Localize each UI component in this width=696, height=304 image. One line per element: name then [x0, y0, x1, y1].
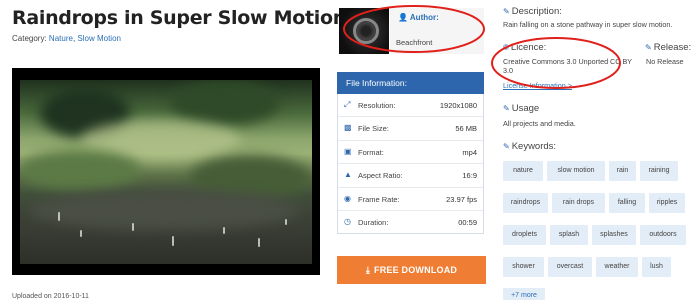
usage-text: All projects and media. [503, 119, 576, 128]
keyword-tag[interactable]: weather [596, 257, 638, 277]
page-title: Raindrops in Super Slow Motion [12, 7, 346, 29]
download-label: FREE DOWNLOAD [374, 265, 458, 275]
edit-icon: ✎ [503, 7, 510, 16]
free-download-button[interactable]: ⤓ FREE DOWNLOAD [337, 256, 486, 284]
keywords-title: ✎ Keywords: [503, 141, 557, 152]
release-text: No Release [646, 57, 684, 66]
user-icon: 👤 [398, 13, 408, 22]
clock-icon: ◷ [344, 216, 351, 226]
file-info-row-frame-rate: ◉ Frame Rate: 23.97 fps [338, 188, 483, 211]
file-info-label: Resolution: [358, 101, 396, 110]
file-info-value: 56 MB [455, 124, 477, 134]
edit-icon: ✎ [503, 142, 510, 151]
keyword-tag[interactable]: shower [503, 257, 544, 277]
video-frame [20, 80, 312, 264]
download-icon: ⤓ [365, 265, 371, 275]
release-title: ✎ Release: [645, 42, 692, 53]
camera-icon: ◉ [344, 193, 351, 203]
file-info-label: Format: [358, 147, 384, 157]
author-box: 👤 Author: Beachfront [390, 8, 484, 54]
file-info-value: 23.97 fps [446, 194, 477, 204]
file-info-value: mp4 [462, 147, 477, 157]
keyword-tag[interactable]: rain drops [552, 193, 605, 213]
author-avatar[interactable] [339, 8, 389, 54]
expand-icon: ⤢ [344, 100, 351, 109]
keyword-tag[interactable]: falling [609, 193, 645, 213]
licence-text: Creative Commons 3.0 Unported CC BY 3.0 [503, 57, 632, 75]
file-info-row-resolution: ⤢ Resolution: 1920x1080 [338, 94, 483, 118]
file-info-row-aspect-ratio: ▲ Aspect Ratio: 16:9 [338, 164, 483, 188]
keyword-tag[interactable]: rain [609, 161, 636, 181]
edit-icon: ✎ [645, 43, 652, 52]
usage-title: ✎ Usage [503, 103, 540, 114]
file-information-header: File Information: [337, 72, 484, 94]
file-info-value: 00:59 [458, 217, 477, 227]
licence-title: © Licence: [503, 42, 547, 53]
category-line: Category: Nature, Slow Motion [12, 34, 121, 43]
file-info-value: 1920x1080 [439, 101, 477, 110]
video-player[interactable] [12, 68, 320, 275]
license-information-link[interactable]: License Information > [503, 81, 572, 90]
aspect-icon: ▲ [344, 170, 352, 180]
file-information-panel: File Information: ⤢ Resolution: 1920x108… [337, 72, 484, 235]
keyword-tag[interactable]: splash [550, 225, 588, 245]
category-link-slow-motion[interactable]: Slow Motion [77, 34, 121, 43]
keyword-tag[interactable]: overcast [548, 257, 592, 277]
more-keywords-link[interactable]: +7 more [503, 288, 545, 300]
category-link-nature[interactable]: Nature [49, 34, 73, 43]
keyword-tag[interactable]: slow motion [547, 161, 605, 181]
keyword-tag[interactable]: ripples [649, 193, 685, 213]
description-text: Rain falling on a stone pathway in super… [503, 20, 673, 29]
keyword-tag[interactable]: lush [642, 257, 671, 277]
category-separator: , [72, 34, 76, 43]
file-info-row-duration: ◷ Duration: 00:59 [338, 211, 483, 233]
description-title: ✎ Description: [503, 6, 562, 17]
file-info-row-format: ▣ Format: mp4 [338, 141, 483, 165]
keyword-tag[interactable]: outdoors [640, 225, 686, 245]
category-label: Category: [12, 34, 47, 43]
file-info-label: File Size: [358, 124, 389, 134]
keyword-tag[interactable]: nature [503, 161, 543, 181]
file-information-list: ⤢ Resolution: 1920x1080 ▩ File Size: 56 … [337, 94, 484, 235]
drive-icon: ▩ [344, 123, 352, 133]
author-label: 👤 Author: [398, 13, 439, 22]
file-info-label: Duration: [358, 217, 389, 227]
copyright-icon: © [503, 43, 509, 52]
file-info-value: 16:9 [462, 171, 477, 181]
upload-date: Uploaded on 2016-10-11 [12, 293, 89, 300]
keyword-tag[interactable]: splashes [592, 225, 636, 245]
edit-icon: ✎ [503, 104, 510, 113]
file-info-label: Aspect Ratio: [358, 171, 403, 181]
file-info-row-file-size: ▩ File Size: 56 MB [338, 117, 483, 141]
keyword-tag[interactable]: raining [640, 161, 678, 181]
file-info-label: Frame Rate: [358, 194, 400, 204]
keyword-tag[interactable]: raindrops [503, 193, 548, 213]
author-name[interactable]: Beachfront [396, 38, 432, 47]
keyword-tag[interactable]: droplets [503, 225, 546, 245]
film-icon: ▣ [344, 146, 352, 156]
